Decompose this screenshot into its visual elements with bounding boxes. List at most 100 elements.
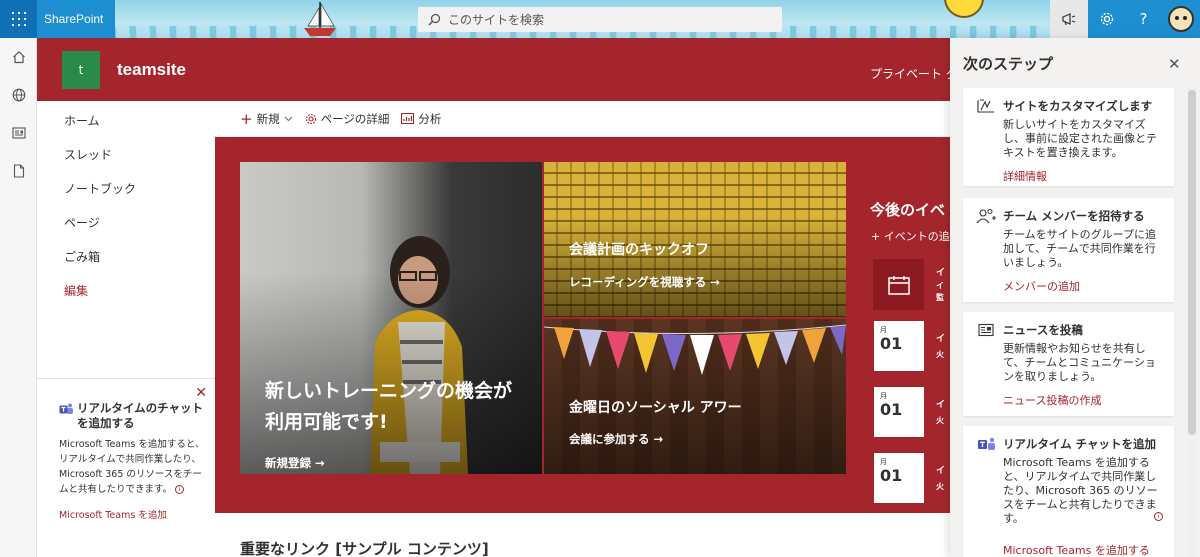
add-teams-link[interactable]: Microsoft Teams を追加 [59,507,205,521]
suite-bar: SharePoint このサイトを検索 ? [0,0,1200,38]
event-date-card[interactable]: 月 01 [874,453,924,503]
bunting-flags-photo [544,324,846,375]
scrollbar-thumb[interactable] [1188,90,1196,435]
site-search-box[interactable]: このサイトを検索 [418,7,782,32]
news-icon [11,127,26,139]
event-date-card[interactable]: 月 01 [874,321,924,371]
event-time: 火 [936,350,944,359]
hero-section: 新しいトレーニングの機会が利用可能です! 新規登録 → 会議計画のキックオフ レ… [215,137,950,513]
add-teams-link[interactable]: Microsoft Teams を追加する [975,542,1162,557]
teams-promo-title: リアルタイムのチャットを追加する [77,401,204,430]
event-subtitle: 監 [936,293,944,302]
search-icon [428,13,441,26]
main-content: + 新規 ページの詳細 分析 新しいトレーニングの機会が利用可能です! 新規登録… [215,101,950,557]
sites-app-button[interactable] [0,76,37,114]
sailboat-decoration [304,2,336,36]
hero-tile-training[interactable]: 新しいトレーニングの機会が利用可能です! 新規登録 → [240,162,542,474]
event-subtitle: イ [936,281,944,290]
plus-icon: + [240,109,253,128]
card-body: 更新情報やお知らせを共有して、チームとコミュニケーションを取りましょう。 [1003,342,1156,383]
next-steps-title: 次のステップ [963,55,1054,73]
settings-button[interactable] [1088,0,1125,38]
card-title: リアルタイム チャットを追加 [1003,437,1157,451]
teams-icon [978,437,995,450]
nav-item-home[interactable]: ホーム [37,103,215,137]
close-icon[interactable]: ✕ [195,385,207,401]
event-day: 01 [880,400,903,419]
card-title: サイトをカスタマイズします [1003,99,1153,113]
add-members-link[interactable]: メンバーの追加 [975,278,1162,294]
close-icon[interactable]: ✕ [1168,55,1181,73]
calendar-icon [887,275,910,295]
site-privacy-label: プライベート グ [870,67,958,81]
teams-promo-card: ✕ リアルタイムのチャットを追加する Microsoft Teams を追加する… [37,378,215,557]
new-button[interactable]: + 新規 [240,111,293,127]
card-title: チーム メンバーを招待する [1003,209,1145,223]
account-button[interactable] [1162,0,1200,38]
document-icon [13,164,24,178]
hero-tile-kickoff[interactable]: 会議計画のキックオフ レコーディングを視聴する → [544,162,846,317]
add-event-button[interactable]: + イベントの追 [871,228,950,244]
event-date-card[interactable]: 月 01 [874,387,924,437]
event-title[interactable]: イ [936,265,945,278]
nav-item-threads[interactable]: スレッド [37,137,215,171]
sun-decoration [944,0,984,18]
info-icon[interactable]: i [175,485,185,494]
event-title[interactable]: イ [936,397,945,410]
hero-tile-social-hour[interactable]: 金曜日のソーシャル アワー 会議に参加する → [544,319,846,474]
next-steps-panel: 次のステップ ✕ サイトをカスタマイズします 新しいサイトをカスタマイズし、事前… [950,38,1200,557]
help-button[interactable]: ? [1125,0,1162,38]
info-icon[interactable]: i [1154,512,1163,521]
nav-item-pages[interactable]: ページ [37,205,215,239]
learn-more-link[interactable]: 詳細情報 [975,168,1162,184]
analytics-button[interactable]: 分析 [401,111,441,127]
site-title[interactable]: teamsite [117,60,186,80]
next-step-card-invite: チーム メンバーを招待する チームをサイトのグループに追加して、チームで共同作業… [963,198,1174,302]
card-body: チームをサイトのグループに追加して、チームで共同作業を行いましょう。 [1003,228,1157,269]
card-title: ニュースを投稿 [1003,323,1083,337]
nav-item-recycle-bin[interactable]: ごみ箱 [37,239,215,273]
news-icon [978,323,994,337]
search-placeholder: このサイトを検索 [448,13,545,27]
next-step-card-teams: リアルタイム チャットを追加 Microsoft Teams を追加すると、リア… [963,426,1174,557]
gear-icon [305,113,316,124]
page-details-button[interactable]: ページの詳細 [305,111,390,127]
app-launcher-button[interactable] [0,0,37,38]
hero-training-title: 新しいトレーニングの機会が利用可能です! [265,380,513,433]
next-step-card-news: ニュースを投稿 更新情報やお知らせを共有して、チームとコミュニケーションを取りま… [963,312,1174,416]
event-title[interactable]: イ [936,463,945,476]
card-body: 新しいサイトをカスタマイズし、事前に設定された画像とテキストを置き換えます。 [1003,118,1157,159]
event-calendar-card[interactable] [873,259,924,310]
quick-links-title: 重要なリンク [サンプル コンテンツ] [240,540,489,557]
card-body: Microsoft Teams を追加すると、リアルタイムで共同作業したり、Mi… [1003,456,1158,525]
next-step-card-customize: サイトをカスタマイズします 新しいサイトをカスタマイズし、事前に設定された画像と… [963,88,1174,186]
home-app-button[interactable] [0,38,37,76]
event-title[interactable]: イ [936,331,945,344]
teams-promo-body: Microsoft Teams を追加すると、リアルタイムで共同作業したり、Mi… [59,437,205,497]
analytics-label: 分析 [418,111,442,126]
nav-item-notebook[interactable]: ノートブック [37,171,215,205]
event-time: 火 [936,482,944,491]
event-day: 01 [880,334,903,353]
nav-edit-link[interactable]: 編集 [37,273,215,307]
sharepoint-brand-link[interactable]: SharePoint [37,0,115,38]
events-title: 今後のイベ [870,201,946,219]
feedback-button[interactable] [1050,0,1088,38]
event-time: 火 [936,416,944,425]
hero-social-title: 金曜日のソーシャル アワー [569,400,742,416]
news-app-button[interactable] [0,114,37,152]
hero-training-link[interactable]: 新規登録 → [265,455,325,471]
megaphone-icon [1062,13,1076,26]
avatar [1168,6,1194,32]
hero-social-link[interactable]: 会議に参加する → [569,431,663,447]
customize-icon [977,99,994,113]
hero-kickoff-link[interactable]: レコーディングを視聴する → [569,274,720,290]
hero-kickoff-title: 会議計画のキックオフ [569,242,709,258]
gear-icon [1100,12,1113,26]
page-details-label: ページの詳細 [320,111,390,126]
analytics-icon [401,113,415,124]
site-logo[interactable]: t [62,51,100,89]
create-news-link[interactable]: ニュース投稿の作成 [975,392,1162,408]
files-app-button[interactable] [0,152,37,190]
left-navigation: ホーム スレッド ノートブック ページ ごみ箱 編集 ✕ リアルタイムのチャット… [37,101,215,557]
